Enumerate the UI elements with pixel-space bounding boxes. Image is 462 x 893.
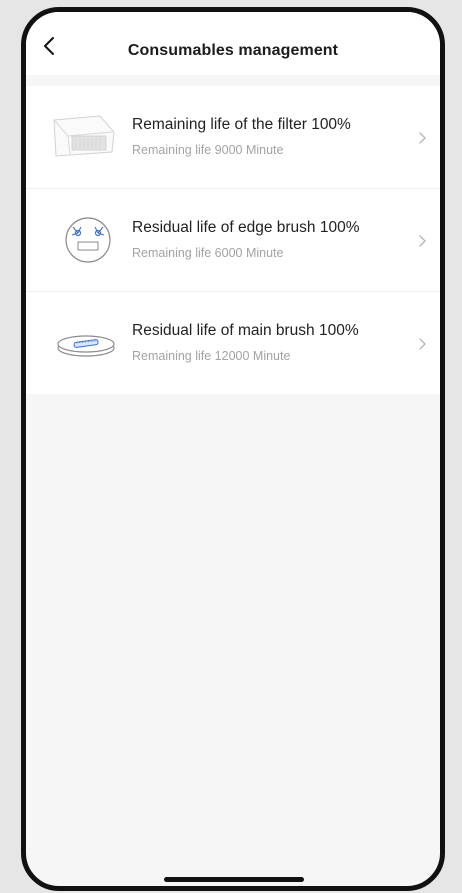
main-brush-icon [57, 335, 115, 357]
edge-brush-icon [65, 217, 111, 263]
header-bar: Consumables management [26, 12, 440, 75]
home-indicator[interactable] [164, 877, 304, 882]
consumable-item-filter[interactable]: Remaining life of the filter 100% Remain… [26, 86, 440, 189]
consumables-list: Remaining life of the filter 100% Remain… [26, 86, 440, 394]
consumable-item-edge-brush[interactable]: Residual life of edge brush 100% Remaini… [26, 189, 440, 292]
filter-icon [53, 115, 115, 157]
page-title: Consumables management [127, 42, 339, 59]
item-subtitle: Remaining life 9000 Minute [132, 143, 284, 157]
item-title: Residual life of edge brush 100% [132, 219, 360, 236]
chevron-right-icon [419, 235, 426, 247]
phone-frame: Consumables management Remaining life of… [21, 7, 445, 891]
item-title: Remaining life of the filter 100% [132, 116, 351, 133]
item-title: Residual life of main brush 100% [132, 322, 359, 339]
item-subtitle: Remaining life 12000 Minute [132, 349, 291, 363]
item-subtitle: Remaining life 6000 Minute [132, 246, 284, 260]
chevron-right-icon [419, 132, 426, 144]
chevron-right-icon [419, 338, 426, 350]
consumable-item-main-brush[interactable]: Residual life of main brush 100% Remaini… [26, 292, 440, 394]
